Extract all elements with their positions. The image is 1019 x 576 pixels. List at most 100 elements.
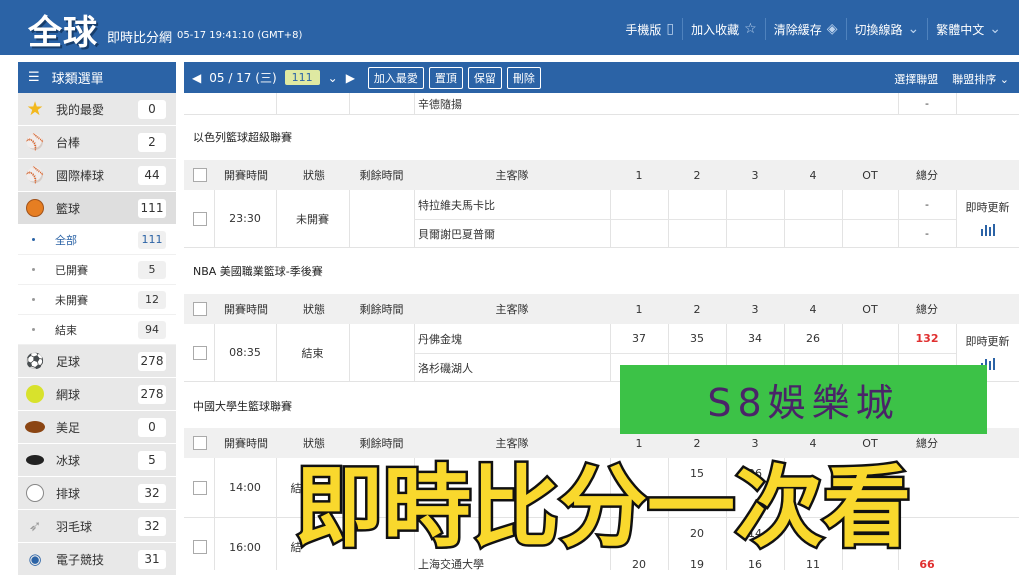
- total-score: 132: [915, 332, 939, 345]
- language-label: 繁體中文: [936, 22, 985, 37]
- add-bookmark-label: 加入收藏: [691, 22, 740, 37]
- col-remaining: 剩餘時間: [359, 303, 404, 316]
- select-all-checkbox[interactable]: [193, 436, 207, 450]
- mobile-version-link[interactable]: 手機版 ▯: [617, 18, 682, 40]
- sidebar-sub-not-started[interactable]: 未開賽 12: [18, 285, 176, 315]
- select-all-checkbox[interactable]: [193, 302, 207, 316]
- home-total: -: [925, 198, 929, 211]
- home-team[interactable]: 特拉維夫馬卡比: [418, 190, 608, 219]
- row-checkbox[interactable]: [193, 345, 207, 360]
- switch-line-dropdown[interactable]: 切換線路 ⌄: [845, 18, 928, 40]
- volleyball-icon: [24, 482, 46, 504]
- sidebar-header[interactable]: ☰ 球類選單: [18, 62, 176, 93]
- col-q2: 2: [693, 302, 701, 316]
- baseball-icon: ⚾: [25, 133, 45, 151]
- sidebar-item-count: 278: [138, 385, 166, 404]
- total-score: -: [925, 97, 929, 110]
- col-ot: OT: [862, 168, 878, 182]
- badminton-icon: ➶: [28, 517, 42, 535]
- col-teams: 主客隊: [495, 169, 529, 182]
- delete-button[interactable]: 刪除: [506, 66, 541, 89]
- sidebar-item-esports[interactable]: ◉ 電子競技 31: [18, 543, 176, 576]
- sidebar-item-volleyball[interactable]: 排球 32: [18, 477, 176, 510]
- chevron-down-icon: ⌄: [907, 21, 920, 37]
- keep-button[interactable]: 保留: [467, 66, 502, 89]
- sidebar-sub-all[interactable]: 全部 111: [18, 225, 176, 255]
- sidebar-item-count: 31: [138, 550, 166, 569]
- top-menu: 手機版 ▯ 加入收藏 ☆ 清除緩存 ◈ 切換線路 ⌄ 繁體中文 ⌄: [617, 18, 1009, 40]
- sidebar-item-count: 44: [138, 166, 166, 185]
- sidebar-item-tennis[interactable]: 網球 278: [18, 378, 176, 411]
- col-start-time: 開賽時間: [224, 169, 268, 182]
- broom-icon: ◈: [826, 21, 838, 37]
- sidebar-item-count: 278: [138, 352, 166, 371]
- add-favorite-button[interactable]: 加入最愛: [367, 66, 424, 89]
- prev-date-button[interactable]: ◀: [192, 71, 201, 85]
- sidebar-item-taiwan-baseball[interactable]: ⚾ 台棒 2: [18, 126, 176, 159]
- sidebar-sub-count: 111: [138, 231, 166, 249]
- table-row: 23:30 未開賽 特拉維夫馬卡比 貝爾謝巴夏普爾 - - 即時更新: [184, 190, 1019, 248]
- league-title[interactable]: 以色列籃球超級聯賽: [184, 120, 1019, 154]
- col-remaining: 剩餘時間: [359, 169, 404, 182]
- col-ot: OT: [862, 302, 878, 316]
- site-logo[interactable]: 全球: [28, 5, 98, 54]
- sidebar-item-count: 111: [138, 199, 166, 218]
- sidebar-sub-label: 結束: [55, 323, 77, 337]
- sidebar-item-label: 冰球: [56, 453, 81, 468]
- score-q1: 37: [632, 332, 646, 345]
- row-checkbox[interactable]: [193, 540, 207, 554]
- sidebar-item-intl-baseball[interactable]: ⚾ 國際棒球 44: [18, 159, 176, 192]
- switch-line-label: 切換線路: [854, 22, 903, 37]
- league-sort-dropdown[interactable]: 聯盟排序 ⌄: [952, 71, 1009, 87]
- sidebar-item-ice-hockey[interactable]: 冰球 5: [18, 444, 176, 477]
- select-league-button[interactable]: 選擇聯盟: [894, 71, 938, 87]
- hockey-puck-icon: [24, 449, 46, 471]
- language-dropdown[interactable]: 繁體中文 ⌄: [927, 18, 1009, 40]
- sidebar-item-label: 國際棒球: [56, 168, 105, 183]
- sidebar-sub-count: 12: [138, 291, 166, 309]
- col-teams: 主客隊: [495, 303, 529, 316]
- chevron-down-icon: ⌄: [989, 21, 1001, 37]
- start-time: 08:35: [229, 346, 261, 359]
- mobile-version-label: 手機版: [625, 22, 662, 37]
- away-team[interactable]: 洛杉磯湖人: [418, 353, 608, 382]
- sidebar-sub-label: 全部: [55, 233, 77, 247]
- sidebar-sub-finished[interactable]: 結束 94: [18, 315, 176, 345]
- row-checkbox[interactable]: [193, 211, 207, 226]
- game-status: 結束: [301, 346, 324, 360]
- sidebar-item-favorites[interactable]: ★ 我的最愛 0: [18, 93, 176, 126]
- current-date: 05 / 17 (三): [209, 71, 277, 85]
- sidebar-title: 球類選單: [51, 72, 104, 87]
- sidebar-item-count: 2: [138, 133, 166, 152]
- league-title[interactable]: NBA 美國職業籃球-季後賽: [184, 254, 1019, 288]
- sidebar-item-american-football[interactable]: 美足 0: [18, 411, 176, 444]
- sidebar-item-count: 5: [138, 451, 166, 470]
- video-caption: 即時比分一次看: [293, 454, 914, 562]
- sidebar-item-badminton[interactable]: ➶ 羽毛球 32: [18, 510, 176, 543]
- site-subtitle: 即時比分網: [107, 31, 173, 46]
- promo-banner[interactable]: S8娛樂城: [620, 365, 987, 434]
- stats-chart-icon[interactable]: [956, 215, 1019, 244]
- american-football-icon: [24, 416, 46, 438]
- score-q4: 26: [806, 332, 820, 345]
- next-date-button[interactable]: ▶: [346, 71, 355, 85]
- home-team[interactable]: 丹佛金塊: [418, 324, 608, 353]
- sidebar-sub-started[interactable]: 已開賽 5: [18, 255, 176, 285]
- league-sort-label: 聯盟排序: [952, 73, 997, 86]
- chevron-down-icon[interactable]: ⌄: [328, 71, 338, 85]
- select-all-checkbox[interactable]: [193, 168, 207, 182]
- add-bookmark-link[interactable]: 加入收藏 ☆: [682, 18, 765, 40]
- game-status: 未開賽: [296, 212, 329, 226]
- gamepad-icon: ◉: [28, 550, 42, 568]
- baseball-icon: ⚾: [25, 166, 45, 184]
- away-team[interactable]: 貝爾謝巴夏普爾: [418, 219, 608, 248]
- sidebar-item-label: 電子競技: [56, 552, 105, 567]
- col-total: 總分: [916, 169, 938, 182]
- sidebar-item-basketball[interactable]: 籃球 111: [18, 192, 176, 225]
- clear-cache-link[interactable]: 清除緩存 ◈: [764, 18, 846, 40]
- start-time: 16:00: [229, 540, 261, 554]
- pin-top-button[interactable]: 置頂: [428, 66, 463, 89]
- sidebar-item-soccer[interactable]: ⚽ 足球 278: [18, 345, 176, 378]
- row-checkbox[interactable]: [193, 480, 207, 495]
- team-name[interactable]: 辛德隨揚: [418, 93, 538, 114]
